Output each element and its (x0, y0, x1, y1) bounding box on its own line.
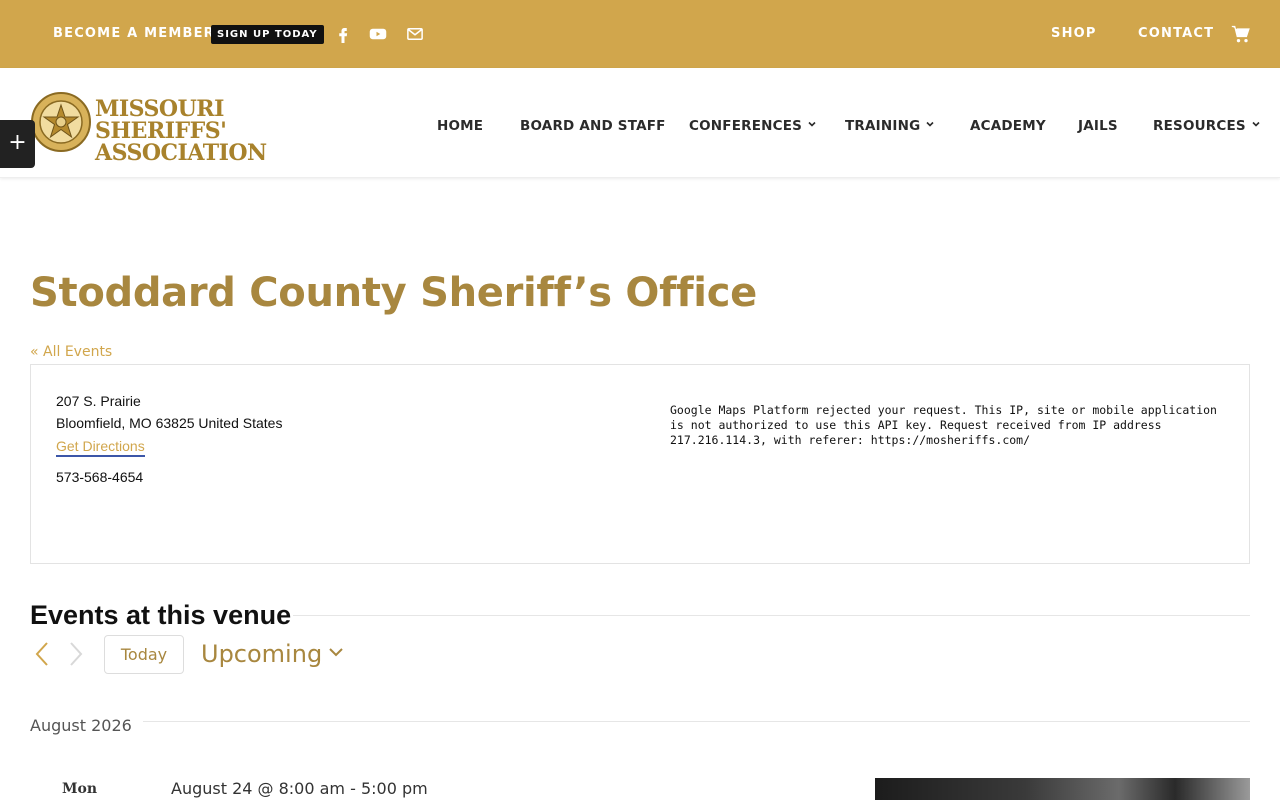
become-member-text: BECOME A MEMBER! (53, 26, 222, 41)
chevron-down-icon (926, 121, 934, 127)
contact-link[interactable]: CONTACT (1138, 26, 1214, 41)
map-error-message: Google Maps Platform rejected your reque… (670, 403, 1217, 447)
nav-training[interactable]: TRAINING (845, 118, 935, 134)
venue-street: 207 S. Prairie (56, 393, 141, 409)
venue-city: Bloomfield, MO 63825 United States (56, 415, 283, 431)
venue-phone: 573-568-4654 (56, 469, 144, 485)
logo-line-1: MISSOURI SHERIFFS' (95, 96, 227, 144)
sheriff-star-icon (31, 92, 91, 152)
all-events-link[interactable]: « All Events (30, 344, 112, 360)
nav-resources[interactable]: RESOURCES (1153, 118, 1261, 134)
nav-academy-label: ACADEMY (970, 118, 1046, 134)
shop-link[interactable]: SHOP (1051, 26, 1097, 41)
mail-icon[interactable] (406, 25, 424, 43)
divider (143, 721, 1250, 722)
month-separator: August 2026 (30, 716, 132, 735)
venue-details: 207 S. Prairie Bloomfield, MO 63825 Unit… (30, 364, 1250, 564)
nav-board-label: BOARD AND STAFF (520, 118, 666, 134)
nav-training-label: TRAINING (845, 118, 921, 134)
nav-home[interactable]: HOME (437, 118, 483, 134)
site-logo[interactable]: MISSOURI SHERIFFS' ASSOCIATION (30, 90, 330, 164)
chevron-down-icon (808, 121, 816, 127)
youtube-icon[interactable] (369, 25, 387, 43)
nav-home-label: HOME (437, 118, 484, 134)
today-button[interactable]: Today (104, 635, 184, 674)
sliding-bar-toggle[interactable]: + (0, 120, 35, 168)
event-day: Mon (62, 781, 98, 797)
cart-icon[interactable] (1231, 24, 1251, 44)
previous-arrow-icon[interactable] (32, 640, 52, 668)
logo-line-2: ASSOCIATION (95, 140, 267, 166)
nav-conferences[interactable]: CONFERENCES (689, 118, 817, 134)
event-datetime: August 24 @ 8:00 am - 5:00 pm (171, 779, 428, 798)
nav-jails[interactable]: JAILS (1078, 118, 1118, 134)
divider (293, 615, 1250, 616)
nav-conferences-label: CONFERENCES (689, 118, 803, 134)
site-header: MISSOURI SHERIFFS' ASSOCIATION HOME BOAR… (0, 68, 1280, 178)
top-bar: BECOME A MEMBER! SIGN UP TODAY SHOP CONT… (0, 0, 1280, 68)
nav-board-and-staff[interactable]: BOARD AND STAFF (520, 118, 666, 134)
get-directions-link[interactable]: Get Directions (56, 438, 145, 457)
logo-text: MISSOURI SHERIFFS' ASSOCIATION (95, 98, 330, 164)
view-selector[interactable]: Upcoming (201, 640, 344, 668)
chevron-down-icon (329, 648, 343, 657)
nav-resources-label: RESOURCES (1153, 118, 1246, 134)
events-heading: Events at this venue (30, 600, 292, 630)
chevron-down-icon (1252, 121, 1260, 127)
event-thumbnail[interactable] (875, 778, 1250, 800)
page-title: Stoddard County Sheriff’s Office (30, 270, 757, 316)
next-arrow-icon[interactable] (66, 640, 86, 668)
signup-button[interactable]: SIGN UP TODAY (211, 25, 324, 44)
nav-academy[interactable]: ACADEMY (970, 118, 1046, 134)
facebook-icon[interactable] (334, 25, 352, 43)
view-selector-label: Upcoming (201, 640, 323, 668)
nav-jails-label: JAILS (1078, 118, 1118, 134)
